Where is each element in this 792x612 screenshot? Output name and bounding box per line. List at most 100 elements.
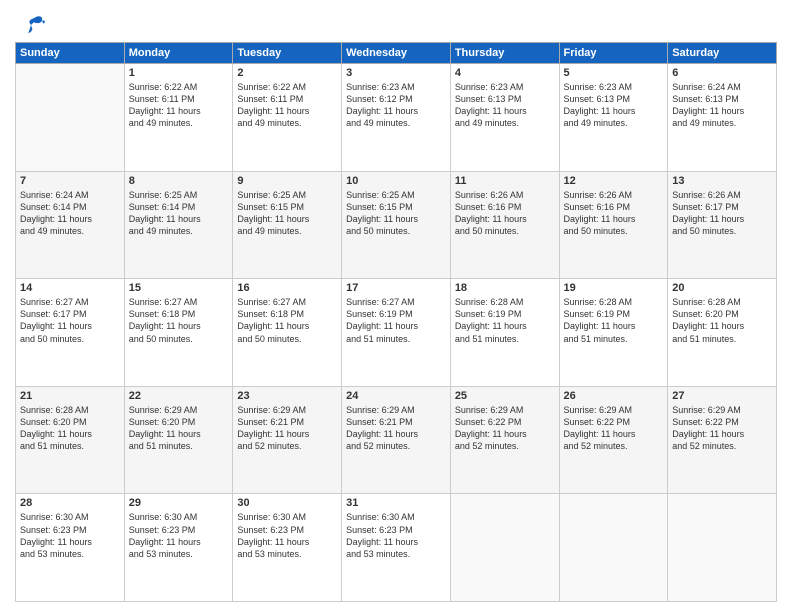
calendar-cell: 12 Sunrise: 6:26 AM Sunset: 6:16 PM Dayli… [559,171,668,279]
calendar-cell: 30 Sunrise: 6:30 AM Sunset: 6:23 PM Dayli… [233,494,342,602]
calendar-table: SundayMondayTuesdayWednesdayThursdayFrid… [15,42,777,602]
day-info: Sunrise: 6:29 AM Sunset: 6:22 PM Dayligh… [455,404,555,453]
day-info: Sunrise: 6:26 AM Sunset: 6:16 PM Dayligh… [455,189,555,238]
calendar-cell: 8Sunrise: 6:25 AM Sunset: 6:14 PM Daylig… [124,171,233,279]
day-info: Sunrise: 6:29 AM Sunset: 6:20 PM Dayligh… [129,404,229,453]
day-info: Sunrise: 6:28 AM Sunset: 6:20 PM Dayligh… [20,404,120,453]
day-number: 7 [20,175,120,187]
calendar-week-row: 14 Sunrise: 6:27 AM Sunset: 6:17 PM Dayli… [16,279,777,387]
calendar-cell: 26 Sunrise: 6:29 AM Sunset: 6:22 PM Dayli… [559,386,668,494]
day-number: 2 [237,67,337,79]
calendar-cell [668,494,777,602]
day-header: Tuesday [233,43,342,64]
day-info: Sunrise: 6:22 AM Sunset: 6:11 PM Dayligh… [237,81,337,130]
day-number: 31 [346,497,446,509]
day-info: Sunrise: 6:29 AM Sunset: 6:21 PM Dayligh… [237,404,337,453]
calendar-cell: 29Sunrise: 6:30 AM Sunset: 6:23 PM Dayli… [124,494,233,602]
day-number: 8 [129,175,229,187]
day-number: 13 [672,175,772,187]
day-number: 11 [455,175,555,187]
day-number: 12 [564,175,664,187]
day-number: 18 [455,282,555,294]
calendar-cell [16,64,125,172]
day-info: Sunrise: 6:30 AM Sunset: 6:23 PM Dayligh… [237,511,337,560]
day-info: Sunrise: 6:30 AM Sunset: 6:23 PM Dayligh… [20,511,120,560]
day-number: 6 [672,67,772,79]
day-info: Sunrise: 6:26 AM Sunset: 6:16 PM Dayligh… [564,189,664,238]
page: SundayMondayTuesdayWednesdayThursdayFrid… [0,0,792,612]
day-number: 21 [20,390,120,402]
day-info: Sunrise: 6:25 AM Sunset: 6:15 PM Dayligh… [237,189,337,238]
day-info: Sunrise: 6:30 AM Sunset: 6:23 PM Dayligh… [346,511,446,560]
day-number: 15 [129,282,229,294]
day-info: Sunrise: 6:27 AM Sunset: 6:18 PM Dayligh… [237,296,337,345]
day-number: 24 [346,390,446,402]
day-info: Sunrise: 6:28 AM Sunset: 6:19 PM Dayligh… [564,296,664,345]
calendar-cell: 14 Sunrise: 6:27 AM Sunset: 6:17 PM Dayli… [16,279,125,387]
calendar-cell: 9 Sunrise: 6:25 AM Sunset: 6:15 PM Daylig… [233,171,342,279]
day-info: Sunrise: 6:29 AM Sunset: 6:22 PM Dayligh… [672,404,772,453]
day-info: Sunrise: 6:29 AM Sunset: 6:22 PM Dayligh… [564,404,664,453]
day-info: Sunrise: 6:22 AM Sunset: 6:11 PM Dayligh… [129,81,229,130]
day-number: 14 [20,282,120,294]
calendar-cell: 31 Sunrise: 6:30 AM Sunset: 6:23 PM Dayli… [342,494,451,602]
day-number: 25 [455,390,555,402]
day-number: 30 [237,497,337,509]
calendar-cell: 20Sunrise: 6:28 AM Sunset: 6:20 PM Dayli… [668,279,777,387]
calendar-cell: 28 Sunrise: 6:30 AM Sunset: 6:23 PM Dayli… [16,494,125,602]
day-number: 26 [564,390,664,402]
calendar-cell: 5 Sunrise: 6:23 AM Sunset: 6:13 PM Daylig… [559,64,668,172]
calendar-cell: 17 Sunrise: 6:27 AM Sunset: 6:19 PM Dayli… [342,279,451,387]
calendar-cell: 24 Sunrise: 6:29 AM Sunset: 6:21 PM Dayli… [342,386,451,494]
day-info: Sunrise: 6:29 AM Sunset: 6:21 PM Dayligh… [346,404,446,453]
day-header: Monday [124,43,233,64]
calendar-cell: 7 Sunrise: 6:24 AM Sunset: 6:14 PM Daylig… [16,171,125,279]
day-header: Saturday [668,43,777,64]
day-number: 9 [237,175,337,187]
day-info: Sunrise: 6:28 AM Sunset: 6:20 PM Dayligh… [672,296,772,345]
day-number: 10 [346,175,446,187]
calendar-cell: 1 Sunrise: 6:22 AM Sunset: 6:11 PM Daylig… [124,64,233,172]
day-info: Sunrise: 6:26 AM Sunset: 6:17 PM Dayligh… [672,189,772,238]
day-info: Sunrise: 6:28 AM Sunset: 6:19 PM Dayligh… [455,296,555,345]
calendar-cell: 11 Sunrise: 6:26 AM Sunset: 6:16 PM Dayli… [450,171,559,279]
calendar-week-row: 28 Sunrise: 6:30 AM Sunset: 6:23 PM Dayli… [16,494,777,602]
day-number: 5 [564,67,664,79]
day-number: 1 [129,67,229,79]
day-info: Sunrise: 6:23 AM Sunset: 6:13 PM Dayligh… [455,81,555,130]
calendar-cell: 21 Sunrise: 6:28 AM Sunset: 6:20 PM Dayli… [16,386,125,494]
day-number: 16 [237,282,337,294]
day-info: Sunrise: 6:24 AM Sunset: 6:13 PM Dayligh… [672,81,772,130]
logo [15,14,45,36]
day-number: 3 [346,67,446,79]
day-header: Friday [559,43,668,64]
logo-icon [17,14,45,36]
day-number: 27 [672,390,772,402]
day-number: 28 [20,497,120,509]
calendar-cell [450,494,559,602]
day-info: Sunrise: 6:30 AM Sunset: 6:23 PM Dayligh… [129,511,229,560]
calendar-cell: 3 Sunrise: 6:23 AM Sunset: 6:12 PM Daylig… [342,64,451,172]
calendar-header-row: SundayMondayTuesdayWednesdayThursdayFrid… [16,43,777,64]
calendar-cell: 19Sunrise: 6:28 AM Sunset: 6:19 PM Dayli… [559,279,668,387]
day-header: Thursday [450,43,559,64]
day-info: Sunrise: 6:23 AM Sunset: 6:13 PM Dayligh… [564,81,664,130]
day-info: Sunrise: 6:23 AM Sunset: 6:12 PM Dayligh… [346,81,446,130]
calendar-cell: 25 Sunrise: 6:29 AM Sunset: 6:22 PM Dayli… [450,386,559,494]
calendar-cell: 10 Sunrise: 6:25 AM Sunset: 6:15 PM Dayli… [342,171,451,279]
calendar-week-row: 7 Sunrise: 6:24 AM Sunset: 6:14 PM Daylig… [16,171,777,279]
day-info: Sunrise: 6:27 AM Sunset: 6:17 PM Dayligh… [20,296,120,345]
calendar-cell: 6 Sunrise: 6:24 AM Sunset: 6:13 PM Daylig… [668,64,777,172]
day-number: 17 [346,282,446,294]
calendar-cell: 2 Sunrise: 6:22 AM Sunset: 6:11 PM Daylig… [233,64,342,172]
day-info: Sunrise: 6:25 AM Sunset: 6:15 PM Dayligh… [346,189,446,238]
calendar-cell: 15Sunrise: 6:27 AM Sunset: 6:18 PM Dayli… [124,279,233,387]
header [15,10,777,36]
calendar-week-row: 21 Sunrise: 6:28 AM Sunset: 6:20 PM Dayli… [16,386,777,494]
day-info: Sunrise: 6:24 AM Sunset: 6:14 PM Dayligh… [20,189,120,238]
day-info: Sunrise: 6:27 AM Sunset: 6:19 PM Dayligh… [346,296,446,345]
day-number: 23 [237,390,337,402]
calendar-body: 1 Sunrise: 6:22 AM Sunset: 6:11 PM Daylig… [16,64,777,602]
calendar-cell: 13 Sunrise: 6:26 AM Sunset: 6:17 PM Dayli… [668,171,777,279]
calendar-cell: 18 Sunrise: 6:28 AM Sunset: 6:19 PM Dayli… [450,279,559,387]
